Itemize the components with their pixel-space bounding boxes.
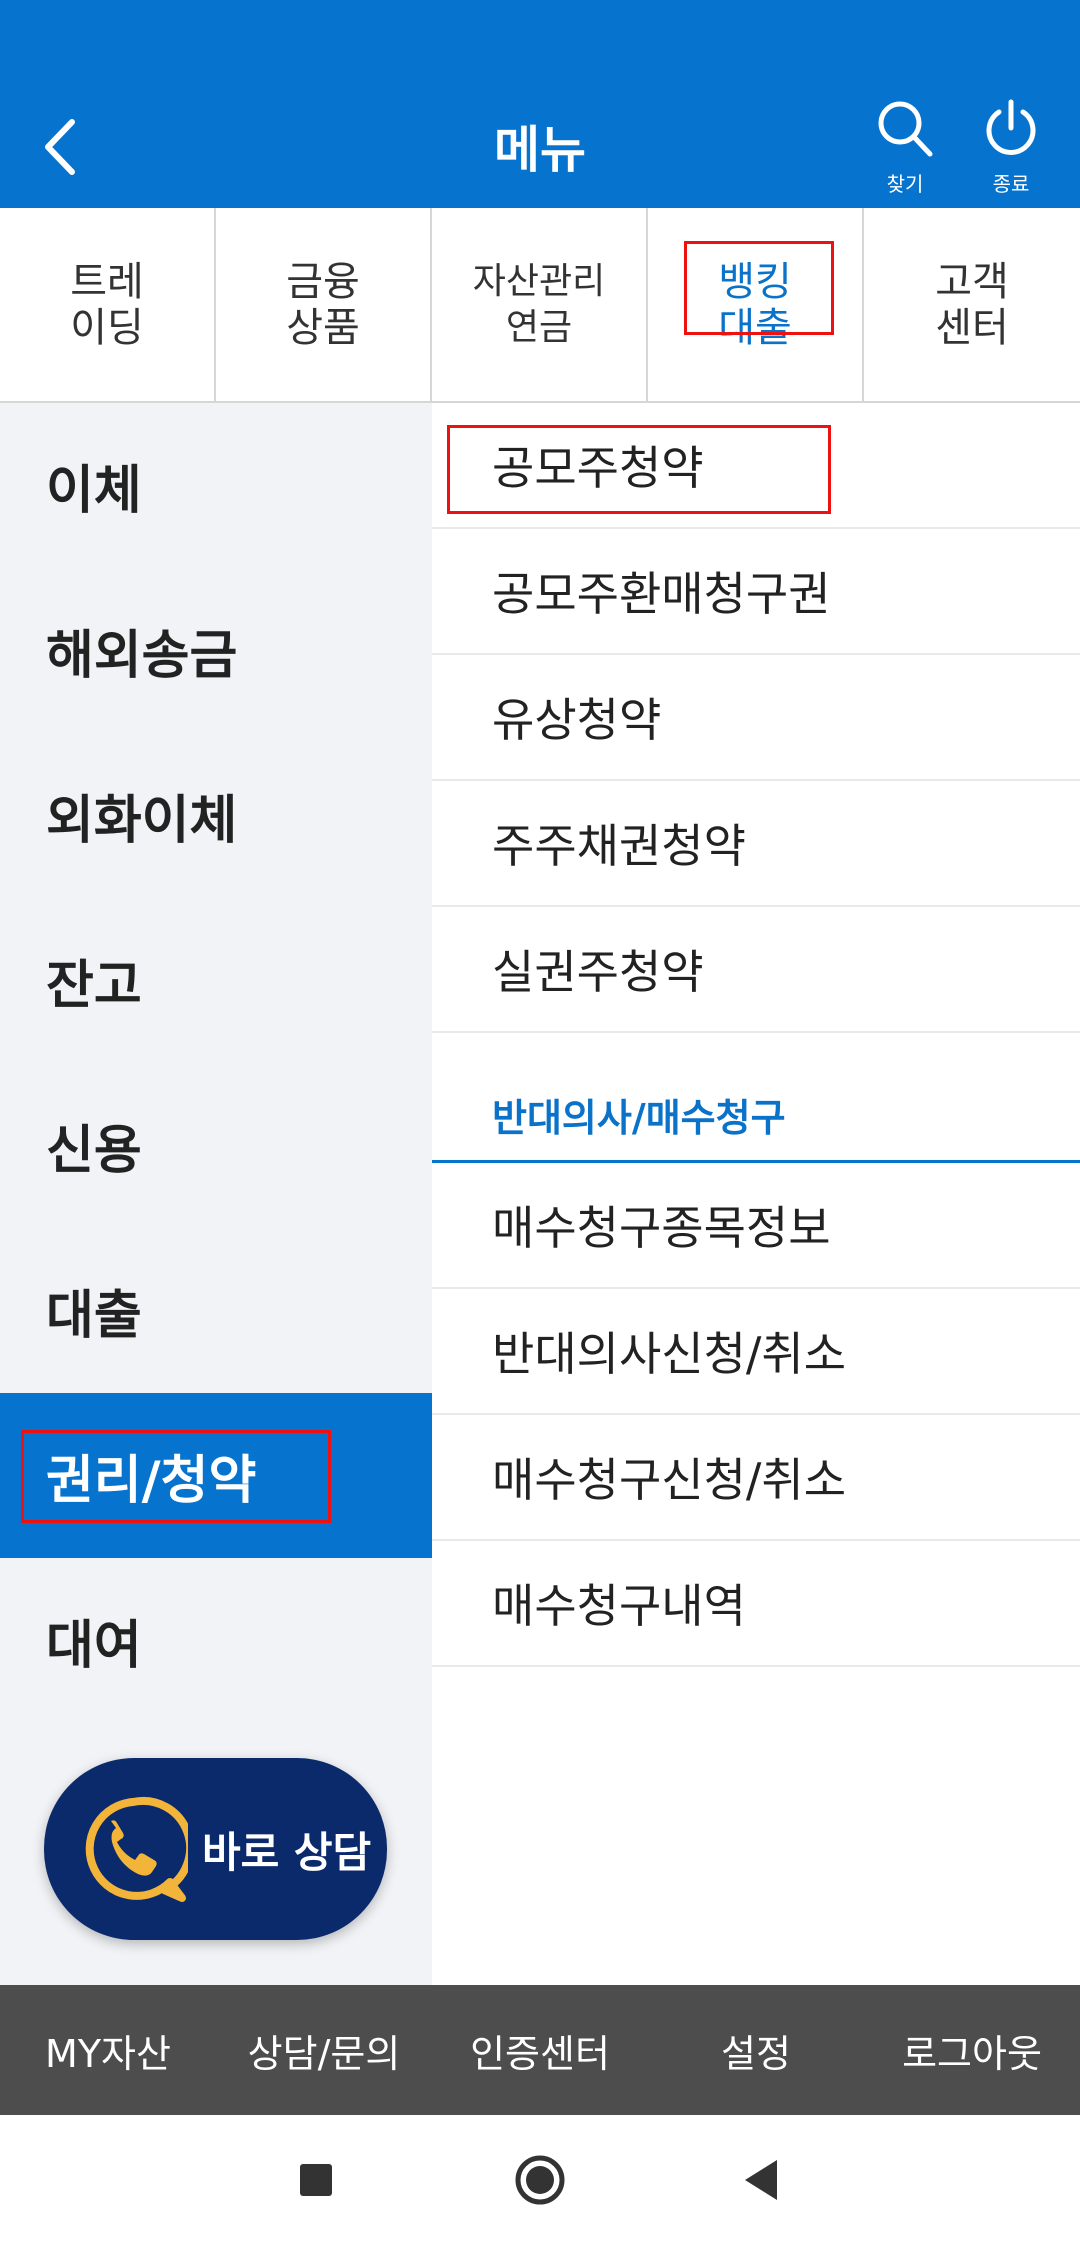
submenu-item-rights-offering[interactable]: 유상청약 — [432, 655, 1080, 781]
nav-item-rights-subscription[interactable]: 권리/청약 — [0, 1393, 432, 1558]
tab-customer-center[interactable]: 고객 센터 — [864, 208, 1080, 401]
app-header: 메뉴 찾기 종료 — [0, 0, 1080, 208]
left-nav: 이체 해외송금 외화이체 잔고 신용 대출 권리/청약 대여 바로 상담 — [0, 403, 432, 1985]
nav-item-label: 이체 — [46, 461, 142, 521]
submenu-item-label: 매수청구종목정보 — [492, 1201, 831, 1255]
submenu-item-label: 유상청약 — [492, 693, 662, 747]
submenu-section-title: 반대의사/매수청구 — [432, 1033, 1080, 1163]
submenu-item-ipo-subscription[interactable]: 공모주청약 — [432, 403, 1080, 529]
tab-trading[interactable]: 트레 이딩 — [0, 208, 216, 401]
nav-item-label: 대출 — [46, 1286, 142, 1346]
tab-label: 금융 상품 — [286, 258, 360, 351]
exit-button[interactable]: 종료 — [966, 98, 1056, 198]
triangle-back-icon — [745, 2160, 777, 2200]
submenu-item-shareholder-bond[interactable]: 주주채권청약 — [432, 781, 1080, 907]
home-button[interactable] — [505, 2145, 575, 2215]
system-nav-bar — [0, 2115, 1080, 2246]
submenu-item-label: 반대의사신청/취소 — [492, 1327, 847, 1381]
submenu-item-label: 공모주환매청구권 — [492, 567, 831, 621]
search-button[interactable]: 찾기 — [860, 98, 950, 198]
search-icon — [878, 101, 933, 157]
tab-label: 고객 센터 — [935, 258, 1009, 351]
tab-banking-loan[interactable]: 뱅킹 대출 — [648, 208, 864, 401]
nav-item-credit[interactable]: 신용 — [0, 1063, 432, 1228]
tab-label: 트레 이딩 — [70, 258, 144, 351]
nav-item-lending[interactable]: 대여 — [0, 1558, 432, 1723]
nav-item-label: 대여 — [46, 1616, 142, 1676]
back-nav-button[interactable] — [726, 2145, 796, 2215]
nav-item-balance[interactable]: 잔고 — [0, 898, 432, 1063]
nav-item-overseas-remit[interactable]: 해외송금 — [0, 568, 432, 733]
submenu-item-appraisal-apply[interactable]: 매수청구신청/취소 — [432, 1415, 1080, 1541]
tab-label: 뱅킹 대출 — [718, 258, 792, 351]
bottom-my-assets[interactable]: MY자산 — [0, 1985, 216, 2115]
submenu-item-label: 매수청구신청/취소 — [492, 1453, 847, 1507]
category-tabs: 트레 이딩 금융 상품 자산관리 연금 뱅킹 대출 고객 센터 — [0, 208, 1080, 403]
circle-home-icon — [515, 2155, 565, 2205]
search-label: 찾기 — [886, 172, 924, 196]
nav-item-loan[interactable]: 대출 — [0, 1228, 432, 1393]
nav-item-label: 권리/청약 — [46, 1451, 257, 1511]
submenu-item-forfeited-shares[interactable]: 실권주청약 — [432, 907, 1080, 1033]
bottom-cert-center[interactable]: 인증센터 — [432, 1985, 648, 2115]
nav-item-label: 잔고 — [46, 956, 142, 1016]
submenu-item-dissent-apply[interactable]: 반대의사신청/취소 — [432, 1289, 1080, 1415]
power-icon — [986, 99, 1036, 155]
submenu-item-label: 매수청구내역 — [492, 1579, 746, 1633]
submenu-item-appraisal-info[interactable]: 매수청구종목정보 — [432, 1163, 1080, 1289]
nav-item-label: 해외송금 — [46, 626, 238, 686]
submenu-item-label: 공모주청약 — [492, 441, 704, 495]
nav-item-fx-transfer[interactable]: 외화이체 — [0, 733, 432, 898]
nav-item-label: 외화이체 — [46, 791, 238, 851]
bottom-consult-inquiry[interactable]: 상담/문의 — [216, 1985, 432, 2115]
bottom-logout[interactable]: 로그아웃 — [864, 1985, 1080, 2115]
submenu-item-label: 주주채권청약 — [492, 819, 746, 873]
nav-item-label: 신용 — [46, 1121, 142, 1181]
square-icon — [300, 2164, 332, 2196]
direct-consult-button[interactable]: 바로 상담 — [44, 1758, 387, 1940]
nav-item-transfer[interactable]: 이체 — [0, 403, 432, 568]
submenu-item-label: 실권주청약 — [492, 945, 704, 999]
tab-asset-management[interactable]: 자산관리 연금 — [432, 208, 648, 401]
recents-button[interactable] — [281, 2145, 351, 2215]
submenu-item-appraisal-history[interactable]: 매수청구내역 — [432, 1541, 1080, 1667]
phone-chat-icon — [85, 1796, 188, 1902]
submenu: 공모주청약 공모주환매청구권 유상청약 주주채권청약 실권주청약 반대의사/매수… — [432, 403, 1080, 1985]
tab-label: 자산관리 연금 — [472, 260, 606, 348]
direct-consult-label: 바로 상담 — [202, 1827, 372, 1877]
submenu-item-ipo-putback[interactable]: 공모주환매청구권 — [432, 529, 1080, 655]
exit-label: 종료 — [992, 172, 1030, 196]
bottom-settings[interactable]: 설정 — [648, 1985, 864, 2115]
bottom-bar: MY자산 상담/문의 인증센터 설정 로그아웃 — [0, 1985, 1080, 2115]
tab-financial-products[interactable]: 금융 상품 — [216, 208, 432, 401]
